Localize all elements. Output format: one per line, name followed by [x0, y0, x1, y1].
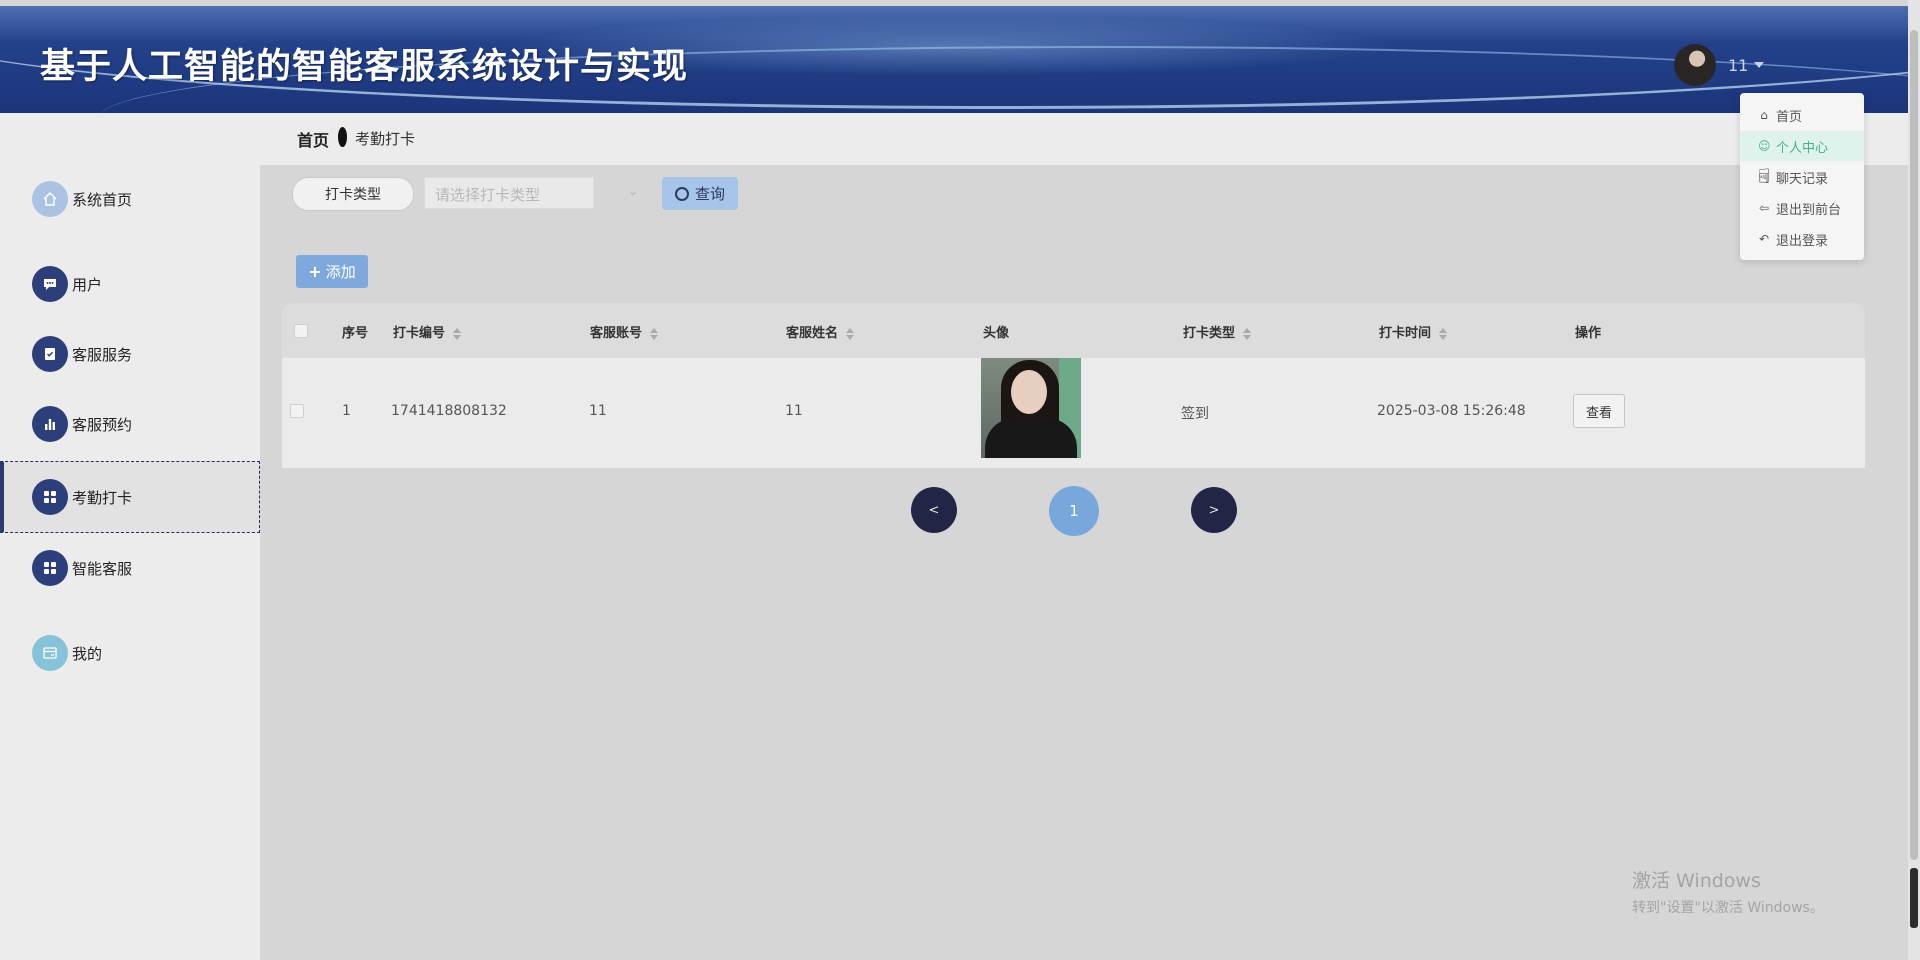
avatar[interactable] [1674, 44, 1716, 86]
sidebar-item-label: 客服预约 [72, 415, 133, 434]
row-code: 1741418808132 [391, 403, 507, 419]
user-menu-toggle[interactable]: 11 [1674, 44, 1765, 86]
table-row: 1 1741418808132 11 11 签到 2025-03-08 15:2… [282, 358, 1865, 468]
side-indicator [1910, 868, 1918, 928]
type-filter-label: 打卡类型 [292, 177, 414, 211]
column-header-label: 打卡类型 [1183, 326, 1236, 341]
column-header-label: 打卡编号 [393, 326, 446, 341]
card-icon [32, 635, 68, 671]
avatar-body [985, 418, 1077, 458]
watermark-subtitle: 转到"设置"以激活 Windows。 [1632, 900, 1824, 916]
grid-icon [32, 479, 68, 515]
sidebar-item-label: 系统首页 [72, 190, 133, 209]
chat-bubble-icon [32, 266, 68, 302]
query-button[interactable]: 查询 [662, 177, 738, 210]
menu-item-label: 退出到前台 [1776, 202, 1842, 218]
menu-item-home[interactable]: ⌂ 首页 [1740, 100, 1864, 130]
breadcrumb-separator [338, 127, 347, 147]
add-button-label: 添加 [325, 263, 356, 281]
app-title: 基于人工智能的智能客服系统设计与实现 [40, 47, 689, 87]
logout-icon: ↶ [1758, 232, 1770, 246]
menu-item-label: 个人中心 [1776, 140, 1829, 156]
menu-item-profile[interactable]: ☺ 个人中心 [1740, 131, 1864, 161]
breadcrumb-current: 考勤打卡 [355, 130, 416, 148]
row-name: 11 [785, 403, 803, 419]
sidebar-item-label: 智能客服 [72, 559, 133, 578]
column-header-label: 客服姓名 [786, 326, 839, 341]
menu-item-label: 退出登录 [1776, 233, 1829, 249]
sort-icon[interactable] [846, 327, 855, 340]
sidebar-item-attendance[interactable]: 考勤打卡 [0, 461, 260, 533]
menu-item-label: 聊天记录 [1776, 171, 1829, 187]
column-header-time[interactable]: 打卡时间 [1379, 322, 1448, 341]
breadcrumb-home[interactable]: 首页 [297, 127, 329, 151]
sidebar-item-label: 用户 [72, 275, 103, 294]
watermark-title: 激活 Windows [1632, 870, 1761, 892]
hand-cursor-icon: ☟ [1758, 164, 1771, 188]
sort-icon[interactable] [1243, 327, 1252, 340]
bar-chart-icon [32, 406, 68, 442]
sidebar-item-home[interactable]: 系统首页 [0, 164, 260, 234]
sidebar-item-label: 我的 [72, 644, 103, 663]
app-header: 基于人工智能的智能客服系统设计与实现 11 [0, 6, 1908, 113]
scrollbar-thumb[interactable] [1910, 30, 1918, 860]
chevron-down-icon[interactable]: ⌄ [628, 184, 638, 198]
add-button[interactable]: + 添加 [296, 255, 368, 288]
breadcrumb: 首页 考勤打卡 [260, 113, 1908, 165]
row-avatar-image[interactable] [981, 358, 1081, 458]
row-checkbox[interactable] [290, 404, 304, 418]
column-header-action: 操作 [1575, 326, 1602, 341]
plus-icon: + [308, 262, 322, 281]
avatar-face [1011, 370, 1047, 414]
sidebar: 系统首页 用户 客服服务 客服预约 考勤打卡 智能客服 我的 [0, 113, 260, 960]
column-header-type[interactable]: 打卡类型 [1183, 322, 1252, 341]
sort-icon[interactable] [650, 327, 659, 340]
pagination-page[interactable]: 1 [1049, 486, 1099, 536]
home-icon [32, 181, 68, 217]
sidebar-item-service[interactable]: 客服服务 [0, 319, 260, 389]
sidebar-item-label: 考勤打卡 [72, 488, 133, 507]
clipboard-check-icon [32, 336, 68, 372]
column-header-index: 序号 [342, 326, 369, 341]
row-account: 11 [589, 403, 607, 419]
column-header-name[interactable]: 客服姓名 [786, 322, 855, 341]
sort-icon[interactable] [1439, 327, 1448, 340]
select-all-checkbox[interactable] [294, 324, 308, 338]
column-header-label: 打卡时间 [1379, 326, 1432, 341]
view-button[interactable]: 查看 [1573, 394, 1625, 428]
sort-icon[interactable] [453, 327, 462, 340]
sidebar-item-appointment[interactable]: 客服预约 [0, 389, 260, 459]
column-header-account[interactable]: 客服账号 [590, 322, 659, 341]
windows-activation-watermark: 激活 Windows 转到"设置"以激活 Windows。 [1632, 866, 1824, 917]
search-icon [674, 186, 689, 201]
sidebar-item-mine[interactable]: 我的 [0, 618, 260, 688]
menu-item-logout[interactable]: ↶ 退出登录 [1740, 224, 1864, 254]
row-index: 1 [342, 403, 351, 419]
table-header: 序号 打卡编号 客服账号 客服姓名 头像 打卡类型 打卡时间 操作 [282, 303, 1865, 358]
query-button-label: 查询 [694, 185, 725, 203]
pagination-prev[interactable]: < [911, 487, 957, 533]
user-icon: ☺ [1758, 139, 1771, 153]
sidebar-item-users[interactable]: 用户 [0, 249, 260, 319]
column-header-code[interactable]: 打卡编号 [393, 322, 462, 341]
column-header-label: 客服账号 [590, 326, 643, 341]
menu-item-label: 首页 [1776, 109, 1803, 125]
data-table: 序号 打卡编号 客服账号 客服姓名 头像 打卡类型 打卡时间 操作 1 1741… [282, 303, 1865, 468]
home-icon: ⌂ [1760, 108, 1768, 122]
column-header-avatar: 头像 [983, 326, 1010, 341]
row-time: 2025-03-08 15:26:48 [1377, 403, 1526, 419]
caret-down-icon[interactable] [1754, 62, 1765, 68]
sidebar-item-smart-service[interactable]: 智能客服 [0, 533, 260, 603]
menu-item-front[interactable]: ⇦ 退出到前台 [1740, 193, 1864, 223]
type-select[interactable]: 请选择打卡类型 [424, 177, 594, 209]
back-arrow-icon: ⇦ [1758, 201, 1770, 215]
user-name[interactable]: 11 [1728, 56, 1748, 75]
pagination-next[interactable]: > [1191, 487, 1237, 533]
row-type: 签到 [1181, 406, 1209, 422]
sidebar-item-label: 客服服务 [72, 345, 133, 364]
grid-icon [32, 550, 68, 586]
